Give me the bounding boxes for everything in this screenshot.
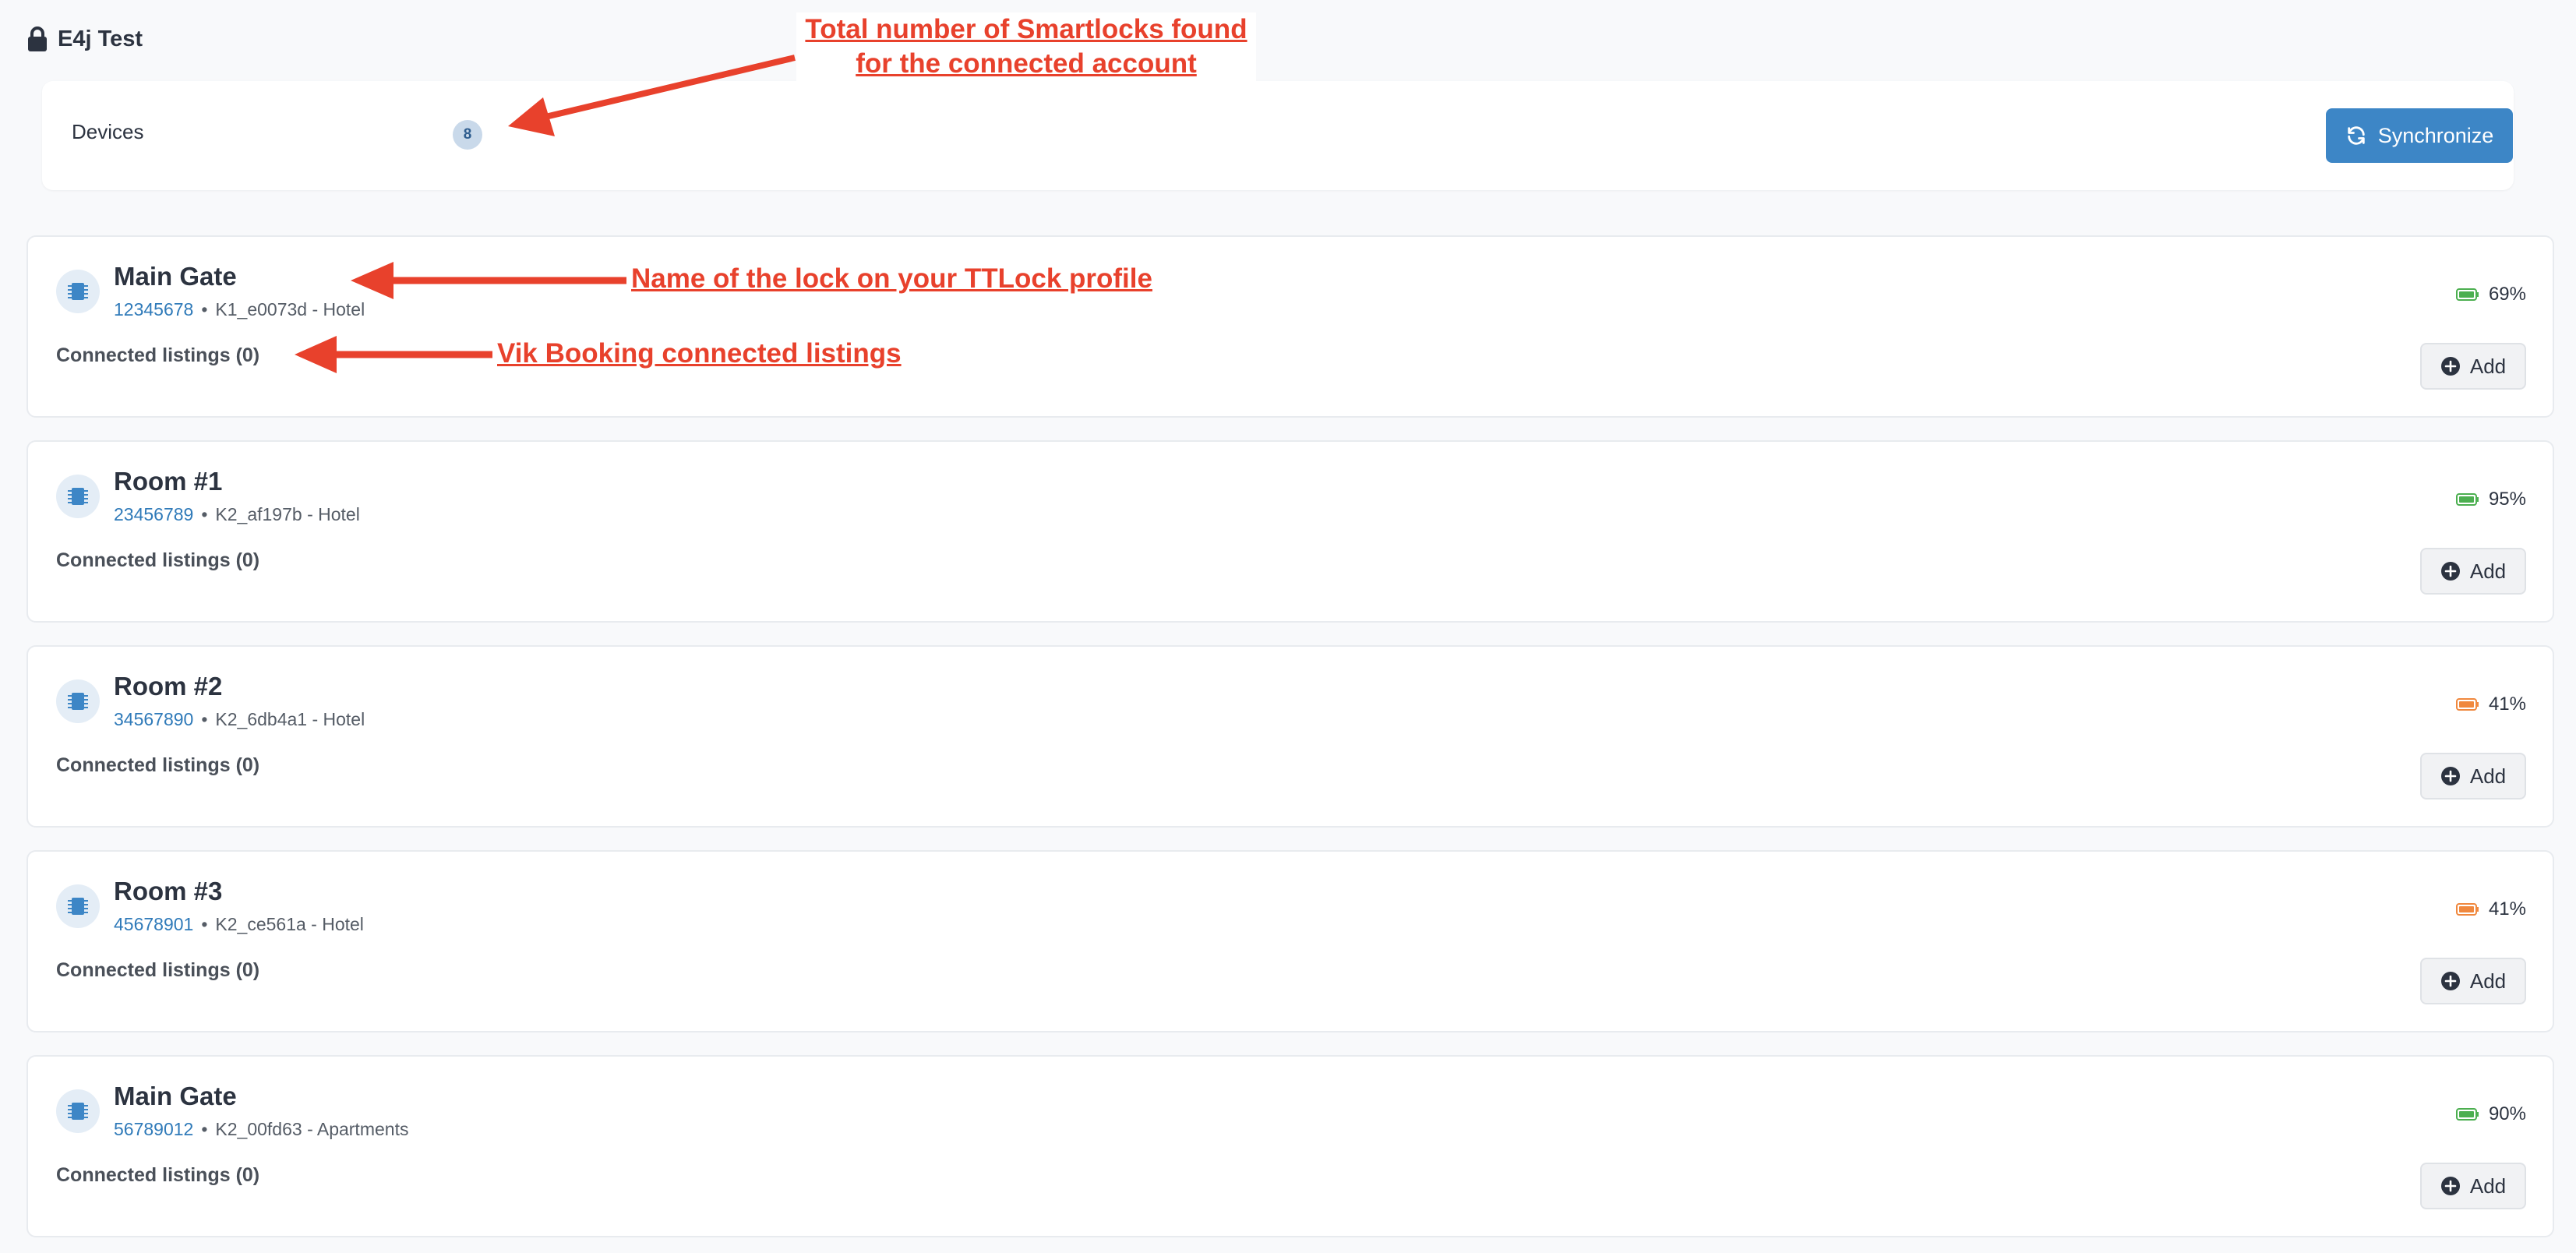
lock-meta-separator: •: [201, 299, 208, 319]
battery-percent: 90%: [2488, 1103, 2526, 1124]
battery-icon: [2455, 1108, 2479, 1121]
lock-meta-separator: •: [201, 504, 208, 524]
battery-indicator: 41%: [2455, 694, 2526, 715]
add-label: Add: [2469, 969, 2507, 993]
app-header: E4j Test: [26, 23, 143, 55]
lock-id-link[interactable]: 23456789: [114, 504, 193, 524]
battery-indicator: 90%: [2455, 1103, 2526, 1125]
annotation-total-line2: for the connected account: [856, 48, 1197, 79]
lock-meta: 45678901 • K2_ce561a - Hotel: [114, 914, 364, 935]
add-listing-button[interactable]: Add: [2420, 753, 2526, 799]
plus-circle-icon: [2440, 357, 2460, 376]
battery-percent: 95%: [2488, 489, 2526, 510]
connected-listings-label: Connected listings (0): [56, 754, 260, 776]
lock-id-link[interactable]: 34567890: [114, 709, 193, 729]
battery-icon: [2455, 493, 2479, 506]
refresh-icon: [2347, 126, 2365, 145]
battery-icon: [2455, 288, 2479, 301]
lock-name: Main Gate: [114, 262, 237, 291]
add-listing-button[interactable]: Add: [2420, 958, 2526, 1004]
synchronize-label: Synchronize: [2377, 123, 2494, 147]
lock-meta-separator: •: [201, 709, 208, 729]
lock-meta: 56789012 • K2_00fd63 - Apartments: [114, 1119, 408, 1140]
lock-card: Main Gate 56789012 • K2_00fd63 - Apartment…: [26, 1055, 2554, 1237]
lock-card: Room #2 34567890 • K2_6db4a1 - Hotel Conne…: [26, 645, 2554, 828]
lock-id-link[interactable]: 45678901: [114, 914, 193, 934]
chip-icon: [56, 475, 100, 518]
lock-detail: K2_ce561a - Hotel: [215, 914, 364, 934]
battery-percent: 41%: [2488, 898, 2526, 919]
connected-listings-label: Connected listings (0): [56, 549, 260, 571]
add-label: Add: [2469, 354, 2507, 378]
add-listing-button[interactable]: Add: [2420, 1163, 2526, 1209]
chip-icon: [56, 679, 100, 723]
devices-label: Devices: [72, 120, 144, 143]
lock-id-link[interactable]: 12345678: [114, 299, 193, 319]
lock-name: Main Gate: [114, 1082, 237, 1110]
lock-name: Room #2: [114, 672, 223, 701]
lock-detail: K2_af197b - Hotel: [215, 504, 360, 524]
chip-icon: [56, 270, 100, 313]
lock-detail: K2_6db4a1 - Hotel: [215, 709, 365, 729]
add-label: Add: [2469, 764, 2507, 788]
lock-name: Room #1: [114, 467, 223, 496]
battery-indicator: 69%: [2455, 284, 2526, 305]
battery-indicator: 95%: [2455, 489, 2526, 510]
plus-circle-icon: [2440, 972, 2460, 990]
lock-meta: 23456789 • K2_af197b - Hotel: [114, 504, 360, 525]
lock-detail: K1_e0073d - Hotel: [215, 299, 365, 319]
lock-detail: K2_00fd63 - Apartments: [215, 1119, 409, 1139]
connected-listings-label: Connected listings (0): [56, 1164, 260, 1186]
add-label: Add: [2469, 1174, 2507, 1198]
lock-meta: 34567890 • K2_6db4a1 - Hotel: [114, 709, 365, 730]
synchronize-button[interactable]: Synchronize: [2326, 108, 2513, 163]
app-title: E4j Test: [58, 26, 143, 51]
lock-meta: 12345678 • K1_e0073d - Hotel: [114, 299, 365, 320]
add-label: Add: [2469, 559, 2507, 583]
chip-icon: [56, 884, 100, 928]
lock-card: Room #3 45678901 • K2_ce561a - Hotel Conne…: [26, 850, 2554, 1032]
plus-circle-icon: [2440, 562, 2460, 581]
annotation-vik-booking: Vik Booking connected listings: [497, 338, 902, 369]
add-listing-button[interactable]: Add: [2420, 343, 2526, 390]
annotation-lock-name: Name of the lock on your TTLock profile: [631, 263, 1152, 294]
lock-card: Room #1 23456789 • K2_af197b - Hotel Conne…: [26, 440, 2554, 623]
plus-circle-icon: [2440, 1177, 2460, 1195]
lock-icon: [28, 26, 47, 51]
annotation-total-line1: Total number of Smartlocks found: [805, 14, 1247, 44]
battery-indicator: 41%: [2455, 898, 2526, 920]
battery-percent: 69%: [2488, 284, 2526, 305]
lock-card: Main Gate 12345678 • K1_e0073d - Hotel Con…: [26, 235, 2554, 418]
lock-name: Room #3: [114, 877, 223, 905]
add-listing-button[interactable]: Add: [2420, 548, 2526, 595]
lock-meta-separator: •: [201, 1119, 208, 1139]
connected-listings-label: Connected listings (0): [56, 959, 260, 981]
annotation-total-smartlocks: Total number of Smartlocks found for the…: [796, 12, 1256, 81]
chip-icon: [56, 1089, 100, 1133]
lock-meta-separator: •: [201, 914, 208, 934]
battery-percent: 41%: [2488, 694, 2526, 715]
devices-count-badge: 8: [453, 120, 482, 150]
connected-listings-label: Connected listings (0): [56, 344, 260, 366]
plus-circle-icon: [2440, 767, 2460, 785]
lock-id-link[interactable]: 56789012: [114, 1119, 193, 1139]
battery-icon: [2455, 903, 2479, 916]
battery-icon: [2455, 698, 2479, 711]
devices-panel: Devices 8 Synchronize: [42, 81, 2514, 190]
